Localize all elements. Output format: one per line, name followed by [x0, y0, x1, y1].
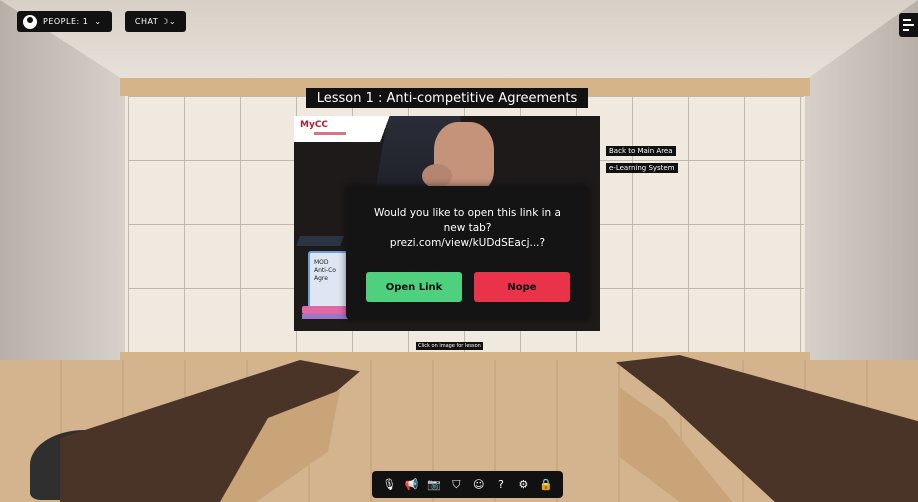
person-icon	[23, 14, 37, 29]
settings-icon[interactable]: ⚙	[514, 476, 532, 494]
lock-icon[interactable]: 🔒	[537, 476, 555, 494]
back-to-main-area-link[interactable]: Back to Main Area	[606, 146, 676, 156]
mycc-logo: MyCC	[300, 120, 329, 130]
nope-button[interactable]: Nope	[474, 272, 570, 302]
slide-header: MyCC	[294, 116, 404, 142]
chevron-down-icon: ⌄	[94, 17, 102, 26]
click-image-hint: Click on image for lesson	[416, 342, 483, 350]
open-link-button[interactable]: Open Link	[366, 272, 462, 302]
help-icon[interactable]: ?	[492, 476, 510, 494]
second-hand	[422, 164, 452, 188]
logo-underline	[314, 132, 346, 135]
elearning-system-link[interactable]: e-Learning System	[606, 163, 678, 173]
virtual-room-scene: Lesson 1 : Anti-competitive Agreements B…	[0, 0, 918, 502]
menu-line-1	[903, 19, 911, 21]
bottom-toolbar: 🎙 📢 📷 ⛉ ☺ ? ⚙ 🔒	[372, 471, 563, 498]
dialog-message-line2: new tab?	[443, 222, 492, 234]
dialog-message-url: prezi.com/view/kUDdSEacj...?	[389, 237, 546, 249]
dialog-message-line1: Would you like to open this link in a	[374, 207, 561, 219]
dialog-message: Would you like to open this link in a ne…	[360, 206, 575, 251]
mute-mic-icon[interactable]: 🎙	[380, 476, 398, 494]
menu-button[interactable]	[899, 13, 918, 37]
emoji-icon[interactable]: ☺	[470, 476, 488, 494]
open-link-dialog: Would you like to open this link in a ne…	[346, 186, 589, 320]
menu-line-2	[903, 24, 914, 26]
chat-label: CHAT	[134, 17, 159, 26]
graduation-cap-icon	[296, 236, 344, 246]
camera-icon[interactable]: 📷	[425, 476, 443, 494]
people-dropdown[interactable]: PEOPLE: 1 ⌄	[17, 11, 112, 32]
lesson-title: Lesson 1 : Anti-competitive Agreements	[306, 88, 588, 108]
chat-dropdown[interactable]: CHAT ☽ ⌄	[125, 11, 186, 32]
seat-icon[interactable]: ⛉	[447, 476, 465, 494]
chevron-down-icon: ⌄	[168, 17, 177, 26]
moon-icon: ☽	[161, 17, 169, 26]
menu-line-3	[903, 29, 909, 31]
people-label: PEOPLE: 1	[43, 17, 89, 26]
megaphone-icon[interactable]: 📢	[403, 476, 421, 494]
